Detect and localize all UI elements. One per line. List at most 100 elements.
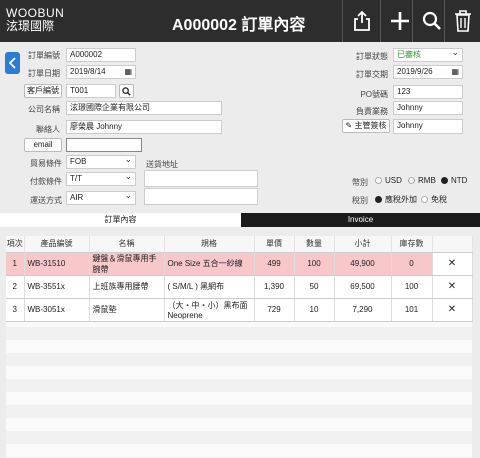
delete-row-icon[interactable]: ✕ — [432, 298, 473, 322]
cell-price[interactable]: 729 — [254, 298, 295, 322]
order-date-value: 2019/8/14 — [70, 67, 106, 76]
order-date-field[interactable]: 2019/8/14 ▦ — [66, 65, 136, 79]
plus-icon — [390, 12, 409, 30]
table-row[interactable]: 1 WB-31510 鍵盤＆滑鼠專用手腕帶 One Size 五合一紗線 499… — [6, 252, 473, 276]
delivery-date-field[interactable]: 2019/9/26 ▦ — [393, 65, 463, 79]
customer-no-field[interactable]: T001 — [66, 84, 116, 98]
calendar-icon[interactable]: ▦ — [451, 66, 459, 78]
table-header: 項次 產品編號 名稱 規格 單價 數量 小計 庫存數 — [6, 236, 473, 253]
address-line-1[interactable] — [144, 170, 258, 187]
delete-button[interactable] — [444, 0, 480, 42]
po-label: PO號碼 — [360, 90, 388, 99]
app-header: WOOBUN 泫璟國際 A000002 訂單內容 — [0, 0, 480, 42]
cell-spec[interactable]: ( S/M/L ) 黑網布 — [164, 275, 255, 299]
cell-subtotal: 49,900 — [334, 252, 392, 276]
table-row[interactable]: 3 WB-3051x 滑鼠墊 （大・中・小）黑布面 Neoprene 729 1… — [6, 298, 473, 322]
cell-stock: 0 — [391, 252, 433, 276]
currency-rmb-label: RMB — [418, 176, 436, 185]
tab-order-content[interactable]: 訂單內容 — [0, 213, 241, 227]
delivery-date-value: 2019/9/26 — [397, 67, 433, 76]
currency-radio-rmb[interactable]: RMB — [408, 176, 436, 185]
cell-qty[interactable]: 100 — [294, 252, 335, 276]
sales-rep-label: 負責業務 — [356, 107, 388, 116]
cell-stock: 101 — [391, 298, 433, 322]
cell-stock: 100 — [391, 275, 433, 299]
payment-terms-select[interactable]: T/T — [66, 172, 136, 186]
tax-label: 稅別 — [352, 196, 368, 205]
cell-price[interactable]: 1,390 — [254, 275, 295, 299]
company-label: 公司名稱 — [28, 105, 60, 114]
delete-row-icon[interactable]: ✕ — [432, 275, 473, 299]
col-qty: 數量 — [294, 236, 335, 253]
currency-label: 幣別 — [352, 178, 368, 187]
tax-free-label: 免稅 — [431, 195, 447, 204]
search-icon — [122, 87, 131, 96]
sales-rep-field[interactable]: Johnny — [393, 101, 463, 115]
email-field[interactable] — [66, 138, 142, 152]
brand-logo: WOOBUN 泫璟國際 — [6, 7, 64, 33]
cell-index: 3 — [6, 298, 25, 322]
cell-qty[interactable]: 10 — [294, 298, 335, 322]
tax-radio-exclusive[interactable]: 應稅外加 — [375, 194, 417, 205]
cell-price[interactable]: 499 — [254, 252, 295, 276]
cell-spec[interactable]: One Size 五合一紗線 — [164, 252, 255, 276]
chevron-left-icon — [8, 57, 16, 69]
manager-sign-field[interactable]: Johnny — [393, 119, 463, 134]
col-spec: 規格 — [164, 236, 255, 253]
table-row[interactable]: 2 WB-3551x 上班族專用腰帶 ( S/M/L ) 黑網布 1,390 5… — [6, 275, 473, 299]
currency-radio-usd[interactable]: USD — [375, 176, 402, 185]
address-line-2[interactable] — [144, 188, 258, 205]
cell-index: 1 — [6, 252, 25, 276]
cell-name[interactable]: 鍵盤＆滑鼠專用手腕帶 — [89, 252, 165, 276]
currency-radio-ntd[interactable]: NTD — [441, 176, 467, 185]
tax-radio-free[interactable]: 免稅 — [421, 194, 447, 205]
order-no-field[interactable]: A000002 — [66, 48, 136, 62]
cell-name[interactable]: 滑鼠墊 — [89, 298, 165, 322]
currency-ntd-label: NTD — [451, 176, 468, 185]
radio-dot — [408, 177, 415, 184]
radio-dot — [375, 177, 382, 184]
tax-exclusive-label: 應稅外加 — [385, 195, 417, 204]
contact-label: 聯絡人 — [36, 125, 60, 134]
page-title: A000002 訂單內容 — [172, 17, 306, 34]
cell-subtotal: 69,500 — [334, 275, 392, 299]
cell-qty[interactable]: 50 — [294, 275, 335, 299]
share-icon — [353, 10, 370, 31]
radio-dot — [421, 196, 428, 203]
customer-search-button[interactable] — [119, 84, 134, 98]
contact-field[interactable]: 廖榮晨 Johnny — [66, 120, 222, 134]
cell-name[interactable]: 上班族專用腰帶 — [89, 275, 165, 299]
search-icon — [422, 11, 441, 30]
order-date-label: 訂單日期 — [28, 69, 60, 78]
back-button[interactable] — [5, 52, 20, 74]
col-subtotal: 小計 — [334, 236, 392, 253]
trade-terms-label: 貿易條件 — [30, 159, 62, 168]
share-button[interactable] — [342, 0, 380, 42]
col-index: 項次 — [6, 236, 25, 253]
shipping-select[interactable]: AIR — [66, 191, 136, 205]
radio-dot-selected — [375, 196, 382, 203]
manager-sign-button[interactable]: ✎ 主管簽核 — [342, 119, 390, 133]
calendar-icon[interactable]: ▦ — [124, 66, 132, 78]
cell-code[interactable]: WB-31510 — [24, 252, 90, 276]
col-price: 單價 — [254, 236, 295, 253]
trash-icon — [454, 10, 471, 32]
cell-code[interactable]: WB-3051x — [24, 298, 90, 322]
tab-invoice[interactable]: Invoice — [241, 213, 480, 227]
company-field[interactable]: 泫璟國際企業有限公司 — [66, 101, 222, 115]
po-field[interactable]: 123 — [393, 85, 463, 99]
delete-row-icon[interactable]: ✕ — [432, 252, 473, 276]
col-stock: 庫存數 — [391, 236, 433, 253]
cell-code[interactable]: WB-3551x — [24, 275, 90, 299]
customer-no-button[interactable]: 客戶編號 — [24, 84, 62, 98]
payment-terms-label: 付款條件 — [30, 177, 62, 186]
email-button[interactable]: email — [24, 138, 62, 152]
order-status-select[interactable]: 已審核 — [393, 48, 463, 62]
cell-spec[interactable]: （大・中・小）黑布面 Neoprene — [164, 298, 255, 322]
currency-usd-label: USD — [385, 176, 402, 185]
delivery-date-label: 訂單交期 — [356, 70, 388, 79]
manager-sign-label: 主管簽核 — [354, 121, 387, 130]
trade-terms-select[interactable]: FOB — [66, 155, 136, 169]
order-no-label: 訂單編號 — [28, 51, 60, 60]
cell-index: 2 — [6, 275, 25, 299]
